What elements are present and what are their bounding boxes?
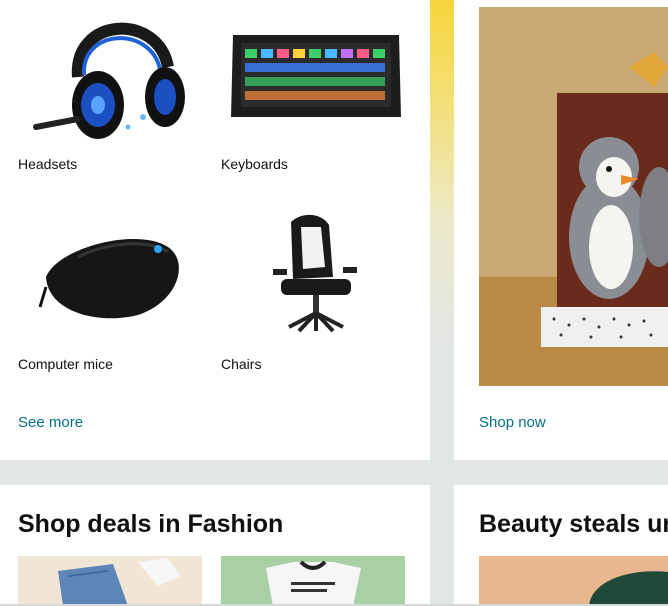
tile-keyboards[interactable]: Keyboards: [221, 7, 405, 173]
gift-card: Shop now: [454, 0, 668, 460]
fashion-tile-shirt[interactable]: [221, 556, 405, 606]
tile-label: Chairs: [221, 356, 262, 372]
gift-image[interactable]: [479, 7, 668, 386]
tile-label: Keyboards: [221, 156, 288, 172]
card-title: Beauty steals ur: [479, 510, 668, 538]
see-more-link[interactable]: See more: [18, 414, 83, 431]
fashion-tile-jeans[interactable]: [18, 556, 202, 606]
keyboard-image[interactable]: [221, 7, 405, 152]
fashion-deals-card: Shop deals in Fashion: [0, 485, 430, 606]
mouse-image[interactable]: [18, 207, 202, 352]
tile-headsets[interactable]: Headsets: [18, 7, 202, 173]
gaming-accessories-card: Headsets Keyboards Computer mice Chairs …: [0, 0, 430, 460]
beauty-steals-card: Beauty steals ur: [454, 485, 668, 606]
tile-label: Computer mice: [18, 356, 113, 372]
tile-chairs[interactable]: Chairs: [221, 207, 405, 373]
tile-computer-mice[interactable]: Computer mice: [18, 207, 202, 373]
tile-label: Headsets: [18, 156, 78, 172]
card-title: Shop deals in Fashion: [18, 510, 284, 538]
shop-now-link[interactable]: Shop now: [479, 414, 546, 431]
headset-image[interactable]: [18, 7, 202, 152]
chair-image[interactable]: [221, 207, 405, 352]
beauty-tile-image[interactable]: [479, 556, 668, 606]
